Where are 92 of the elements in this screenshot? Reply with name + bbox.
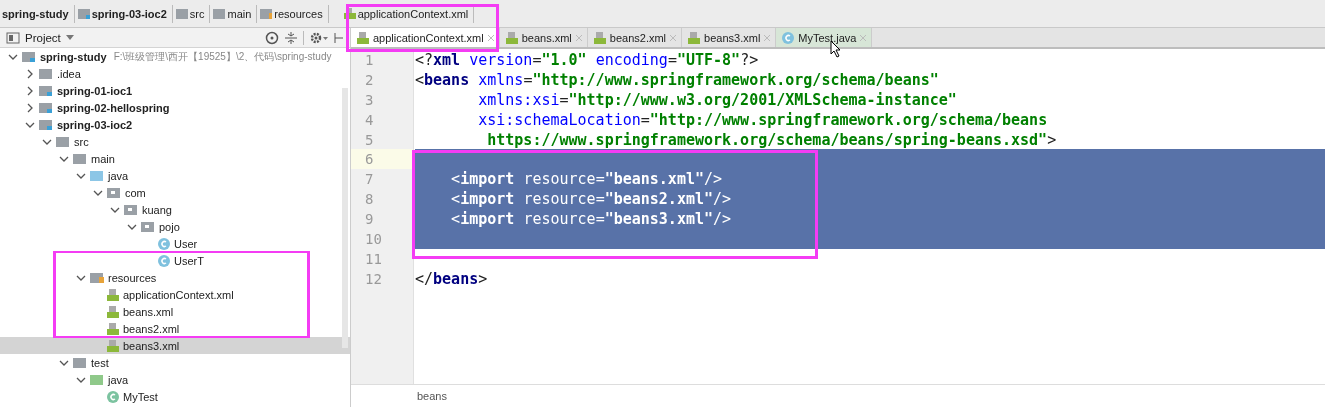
folder-icon (38, 67, 54, 80)
editor-tab[interactable]: MyTest.java (776, 28, 873, 47)
line-number: 5 (365, 131, 374, 148)
code-line: </beans> (415, 269, 488, 288)
tree-item[interactable]: spring-01-ioc1 (0, 82, 350, 99)
folder-icon (38, 101, 54, 114)
tree-item[interactable]: beans.xml (0, 303, 350, 320)
folder-icon (55, 135, 71, 148)
folder-icon (174, 7, 188, 20)
breadcrumb-item[interactable]: spring-03-ioc2 (76, 4, 175, 23)
tree-item[interactable]: spring-02-hellospring (0, 99, 350, 116)
code-line: <import resource="beans2.xml"/> (450, 190, 732, 209)
line-number: 8 (365, 191, 374, 208)
breadcrumb-item[interactable]: spring-study (2, 4, 77, 23)
chevron-right-icon[interactable] (25, 85, 35, 96)
xml-file-icon (356, 30, 370, 45)
tag-path[interactable]: beans (417, 390, 447, 402)
chevron-right-icon[interactable] (25, 68, 35, 79)
panel-title[interactable]: Project (25, 31, 61, 44)
breadcrumb-item[interactable]: src (174, 4, 213, 23)
folder-icon (106, 186, 122, 199)
tree-item[interactable]: spring-study F:\班级管理\西开【19525】\2、代码\spring-study (0, 48, 350, 65)
line-number: 12 (365, 270, 382, 287)
tree-item[interactable]: User (0, 235, 350, 252)
folder-icon (212, 7, 226, 20)
breadcrumb-item[interactable]: main (212, 4, 260, 23)
chevron-right-icon[interactable] (25, 102, 35, 113)
scrollbar[interactable] (342, 88, 348, 348)
tree-item[interactable]: resources (0, 269, 350, 286)
tree-item[interactable]: main (0, 150, 350, 167)
code-line: https://www.springframework.org/schema/beans/spring-beans.xsd"> (486, 130, 1057, 149)
line-number: 1 (365, 51, 374, 68)
tree-item[interactable]: applicationContext.xml (0, 286, 350, 303)
tree-item[interactable]: UserT (0, 252, 350, 269)
folder-icon (76, 7, 90, 20)
tree-item[interactable]: pojo (0, 218, 350, 235)
tree-item[interactable]: spring-03-ioc2 (0, 116, 350, 133)
code-line: <beans xmlns="http://www.springframework.org/schema/beans" (415, 70, 939, 89)
code-line: <import resource="beans3.xml"/> (450, 210, 732, 229)
xml-file-icon (106, 304, 120, 319)
dropdown-caret-icon[interactable] (65, 34, 74, 41)
project-path: F:\班级管理\西开【19525】\2、代码\spring-study (113, 49, 332, 64)
xml-file-icon (687, 30, 702, 45)
settings-icon[interactable] (309, 30, 329, 45)
folder-icon (89, 373, 105, 386)
class-icon (106, 389, 120, 404)
class-icon (157, 253, 171, 268)
line-number: 6 (365, 151, 374, 168)
tree-item[interactable]: MyTest (0, 388, 350, 405)
xml-file-icon (106, 321, 120, 336)
line-number: 10 (365, 230, 382, 247)
code-line: xmlns:xsi="http://www.w3.org/2001/XMLSchema-instance" (477, 90, 957, 109)
folder-icon (259, 7, 273, 20)
tree-item[interactable]: beans3.xml (0, 337, 350, 354)
folder-icon (89, 169, 105, 182)
xml-file-icon (504, 30, 519, 45)
folder-icon (38, 84, 54, 97)
xml-file-icon (106, 287, 120, 302)
tree-item[interactable]: test (0, 354, 350, 371)
tree-item[interactable]: src (0, 133, 350, 150)
folder-icon (21, 50, 37, 63)
folder-icon (38, 118, 54, 131)
line-number: 2 (365, 71, 374, 88)
line-number: 4 (365, 111, 374, 128)
tree-item[interactable]: beans2.xml (0, 320, 350, 337)
line-number: 7 (365, 171, 374, 188)
class-icon (157, 236, 171, 251)
folder-icon (72, 152, 88, 165)
project-icon (6, 31, 20, 44)
xml-file-icon (592, 30, 607, 45)
line-number: 3 (365, 91, 374, 108)
xml-file-icon (106, 338, 120, 353)
tree-item[interactable]: kuang (0, 201, 350, 218)
editor-tab[interactable]: beans2.xml (587, 28, 683, 47)
code-line: <import resource="beans.xml"/> (450, 170, 723, 189)
code-line: <?xml version="1.0" encoding="UTF-8"?> (415, 50, 759, 69)
breadcrumb-item[interactable]: resources (259, 4, 331, 23)
code-line: xsi:schemaLocation="http://www.springframework.org/schema/beans (477, 110, 1048, 129)
folder-icon (89, 271, 105, 284)
folder-icon (72, 356, 88, 369)
line-number: 9 (365, 211, 374, 228)
folder-icon (123, 203, 139, 216)
editor-tab[interactable]: applicationContext.xml (351, 28, 500, 47)
tree-item[interactable]: java (0, 371, 350, 388)
tree-item[interactable]: .idea (0, 65, 350, 82)
line-number: 11 (365, 250, 382, 267)
collapse-icon[interactable] (284, 30, 298, 45)
target-icon[interactable] (265, 30, 279, 45)
class-icon (781, 30, 796, 45)
tree-item[interactable]: java (0, 167, 350, 184)
tree-item[interactable]: com (0, 184, 350, 201)
folder-icon (140, 220, 156, 233)
